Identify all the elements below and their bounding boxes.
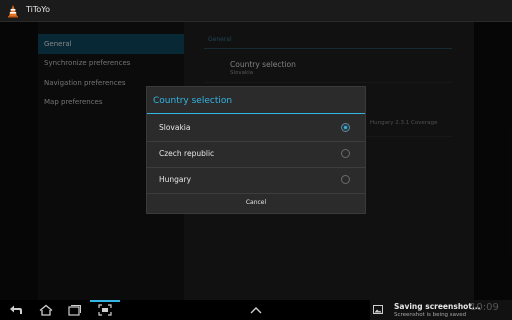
option-slovakia[interactable]: Slovakia — [147, 115, 365, 141]
option-label: Slovakia — [159, 123, 191, 132]
app-title: TiToYo — [26, 5, 51, 14]
option-czech-republic[interactable]: Czech republic — [147, 141, 365, 167]
option-label: Hungary — [159, 175, 192, 184]
screenshot-notification[interactable]: 10:09 Saving screenshot... Screenshot is… — [370, 300, 512, 320]
screenshot-button-highlight — [90, 300, 120, 302]
menu-up-icon[interactable] — [248, 304, 264, 316]
cancel-button[interactable]: Cancel — [147, 193, 365, 213]
country-selection-dialog: Country selection Slovakia Czech republi… — [146, 86, 366, 214]
image-icon — [373, 305, 383, 314]
dialog-title: Country selection — [153, 96, 233, 106]
recent-apps-icon[interactable] — [66, 304, 82, 316]
notification-title: Saving screenshot... — [394, 302, 481, 311]
radio-checked-icon[interactable] — [341, 123, 350, 132]
traffic-cone-icon — [8, 5, 18, 18]
option-hungary[interactable]: Hungary — [147, 167, 365, 193]
back-icon[interactable] — [8, 304, 24, 316]
option-label: Czech republic — [159, 149, 215, 158]
action-bar: TiToYo — [0, 0, 512, 22]
radio-unchecked-icon[interactable] — [341, 175, 350, 184]
notification-subtitle: Screenshot is being saved — [394, 312, 467, 318]
dialog-title-divider — [147, 113, 365, 114]
radio-unchecked-icon[interactable] — [341, 149, 350, 158]
home-icon[interactable] — [38, 304, 54, 316]
screenshot-icon[interactable] — [97, 304, 113, 316]
